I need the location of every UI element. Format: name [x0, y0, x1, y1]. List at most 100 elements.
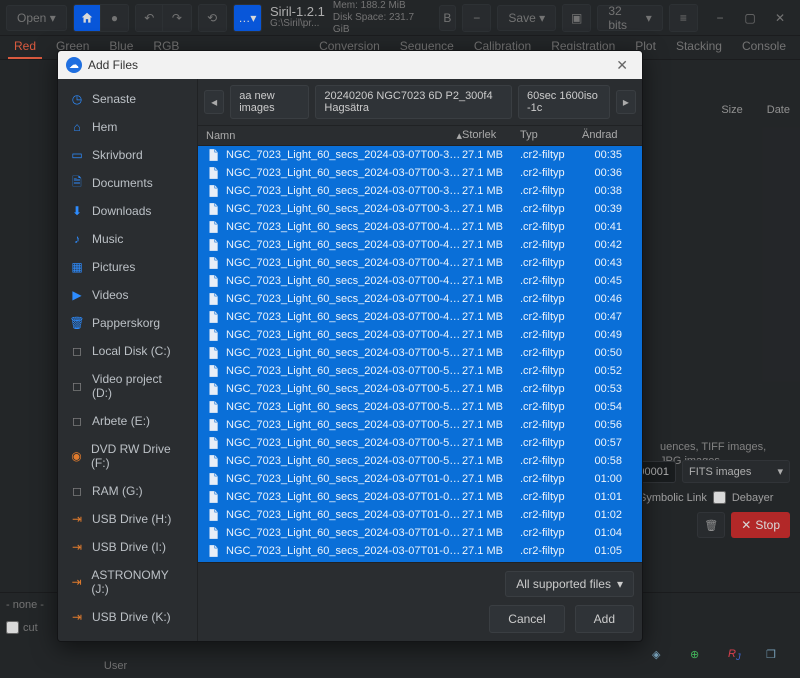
nav-back-button[interactable]: ◂ [204, 90, 224, 114]
file-row[interactable]: NGC_7023_Light_60_secs_2024-03-07T00-45-… [198, 272, 642, 290]
down-icon: ⬇ [70, 204, 84, 218]
file-list-header: Namn▴ Storlek Typ Ändrad [198, 126, 642, 146]
file-size: 27.1 MB [462, 239, 520, 251]
file-row[interactable]: NGC_7023_Light_60_secs_2024-03-07T01-01-… [198, 488, 642, 506]
file-row[interactable]: NGC_7023_Light_60_secs_2024-03-07T01-04-… [198, 524, 642, 542]
file-row[interactable]: NGC_7023_Light_60_secs_2024-03-07T00-41-… [198, 218, 642, 236]
file-name: NGC_7023_Light_60_secs_2024-03-07T01-04-… [226, 527, 462, 539]
file-name: NGC_7023_Light_60_secs_2024-03-07T00-43-… [226, 257, 462, 269]
file-modified: 01:02 [582, 509, 634, 521]
file-row[interactable]: NGC_7023_Light_60_secs_2024-03-07T01-00-… [198, 470, 642, 488]
file-modified: 00:38 [582, 185, 634, 197]
crumb-0[interactable]: aa new images [230, 85, 309, 119]
crumb-1[interactable]: 20240206 NGC7023 6D P2_300f4 Hagsätra [315, 85, 512, 119]
file-row[interactable]: NGC_7023_Light_60_secs_2024-03-07T00-47-… [198, 308, 642, 326]
file-modified: 00:54 [582, 401, 634, 413]
sidebar-item-usb-drive-k-[interactable]: ⇥USB Drive (K:) [58, 603, 197, 631]
sidebar-item-skrivbord[interactable]: ▭Skrivbord [58, 141, 197, 169]
file-row[interactable]: NGC_7023_Light_60_secs_2024-03-07T00-54-… [198, 398, 642, 416]
file-size: 27.1 MB [462, 167, 520, 179]
sidebar-item-videos[interactable]: ▶Videos [58, 281, 197, 309]
sidebar-item-hem[interactable]: ⌂Hem [58, 113, 197, 141]
places-sidebar: ◷Senaste⌂Hem▭Skrivbord🗎Documents ⬇ Downloa… [58, 79, 198, 641]
file-modified: 00:50 [582, 347, 634, 359]
sidebar-item-local-disk-c-[interactable]: ◻ Local Disk (C:) [58, 337, 197, 365]
file-row[interactable]: NGC_7023_Light_60_secs_2024-03-07T00-50-… [198, 344, 642, 362]
file-size: 27.1 MB [462, 275, 520, 287]
file-size: 27.1 MB [462, 347, 520, 359]
file-row[interactable]: NGC_7023_Light_60_secs_2024-03-07T00-51-… [198, 362, 642, 380]
sidebar-item-video-project-d-[interactable]: ◻Video project (D:) [58, 365, 197, 407]
sidebar-item-label: Senaste [92, 92, 136, 106]
file-row[interactable]: NGC_7023_Light_60_secs_2024-03-07T00-46-… [198, 290, 642, 308]
sidebar-item-astronomy-j-[interactable]: ⇥ASTRONOMY (J:) [58, 561, 197, 603]
col-type[interactable]: Typ [520, 129, 582, 142]
sidebar-item-label: Downloads [92, 204, 151, 218]
sidebar-item-arbete-e-[interactable]: ◻Arbete (E:) [58, 407, 197, 435]
file-type: .cr2-filtyp [520, 365, 582, 377]
file-size: 27.1 MB [462, 527, 520, 539]
file-type: .cr2-filtyp [520, 185, 582, 197]
file-row[interactable]: NGC_7023_Light_60_secs_2024-03-07T01-05-… [198, 542, 642, 560]
file-size: 27.1 MB [462, 311, 520, 323]
file-modified: 00:53 [582, 383, 634, 395]
file-modified: 01:05 [582, 545, 634, 557]
file-row[interactable]: NGC_7023_Light_60_secs_2024-03-07T00-56-… [198, 416, 642, 434]
file-row[interactable]: NGC_7023_Light_60_secs_2024-03-07T00-43-… [198, 254, 642, 272]
file-name: NGC_7023_Light_60_secs_2024-03-07T00-47-… [226, 311, 462, 323]
disk-icon: ◻ [70, 344, 84, 358]
usb-icon: ⇥ [70, 540, 84, 554]
sidebar-item-documents[interactable]: 🗎Documents [58, 169, 197, 197]
usb-icon: ⇥ [70, 512, 84, 526]
disk-icon: ◻ [70, 379, 84, 393]
file-name: NGC_7023_Light_60_secs_2024-03-07T00-45-… [226, 275, 462, 287]
col-name[interactable]: Namn▴ [206, 129, 462, 142]
file-name: NGC_7023_Light_60_secs_2024-03-07T01-02-… [226, 509, 462, 521]
sidebar-item-pictures[interactable]: ▦Pictures [58, 253, 197, 281]
file-row[interactable]: NGC_7023_Light_60_secs_2024-03-07T00-39-… [198, 200, 642, 218]
sidebar-item-papperskorg[interactable]: 🗑Papperskorg [58, 309, 197, 337]
sidebar-item-label: Arbete (E:) [92, 414, 150, 428]
dialog-close-button[interactable]: ✕ [610, 55, 634, 76]
file-size: 27.1 MB [462, 401, 520, 413]
file-type: .cr2-filtyp [520, 383, 582, 395]
file-row[interactable]: NGC_7023_Light_60_secs_2024-03-07T00-35-… [198, 146, 642, 164]
file-type: .cr2-filtyp [520, 437, 582, 449]
pic-icon: ▦ [70, 260, 84, 274]
file-name: NGC_7023_Light_60_secs_2024-03-07T00-56-… [226, 419, 462, 431]
sidebar-item-usb-drive-h-[interactable]: ⇥ USB Drive (H:) [58, 505, 197, 533]
nav-forward-button[interactable]: ▸ [616, 90, 636, 114]
file-size: 27.1 MB [462, 383, 520, 395]
file-filter-select[interactable]: All supported files▾ [505, 571, 634, 597]
file-type: .cr2-filtyp [520, 275, 582, 287]
crumb-2[interactable]: 60sec 1600iso -1c [518, 85, 610, 119]
file-row[interactable]: NGC_7023_Light_60_secs_2024-03-07T00-49-… [198, 326, 642, 344]
cancel-button[interactable]: Cancel [489, 605, 564, 633]
file-type: .cr2-filtyp [520, 167, 582, 179]
file-name: NGC_7023_Light_60_secs_2024-03-07T00-42-… [226, 239, 462, 251]
sidebar-item-label: USB Drive (H:) [92, 512, 171, 526]
sidebar-item-usb-drive-i-[interactable]: ⇥USB Drive (I:) [58, 533, 197, 561]
sidebar-item-ram-g-[interactable]: ◻RAM (G:) [58, 477, 197, 505]
file-modified: 01:04 [582, 527, 634, 539]
file-row[interactable]: NGC_7023_Light_60_secs_2024-03-07T00-36-… [198, 164, 642, 182]
col-mod[interactable]: Ändrad [582, 129, 634, 142]
sidebar-item-dvd-rw-drive-f-[interactable]: ◉DVD RW Drive (F:) [58, 435, 197, 477]
add-button[interactable]: Add [575, 605, 634, 633]
col-size[interactable]: Storlek [462, 129, 520, 142]
file-name: NGC_7023_Light_60_secs_2024-03-07T00-54-… [226, 401, 462, 413]
sidebar-item-music[interactable]: ♪Music [58, 225, 197, 253]
file-row[interactable]: NGC_7023_Light_60_secs_2024-03-07T00-53-… [198, 380, 642, 398]
file-name: NGC_7023_Light_60_secs_2024-03-07T00-39-… [226, 203, 462, 215]
file-type: .cr2-filtyp [520, 527, 582, 539]
file-row[interactable]: NGC_7023_Light_60_secs_2024-03-07T00-42-… [198, 236, 642, 254]
file-list[interactable]: NGC_7023_Light_60_secs_2024-03-07T00-35-… [198, 146, 642, 562]
sidebar-item-downloads[interactable]: ⬇ Downloads [58, 197, 197, 225]
file-row[interactable]: NGC_7023_Light_60_secs_2024-03-07T00-57-… [198, 434, 642, 452]
file-row[interactable]: NGC_7023_Light_60_secs_2024-03-07T01-02-… [198, 506, 642, 524]
sidebar-item-senaste[interactable]: ◷Senaste [58, 85, 197, 113]
sidebar-item-label: Local Disk (C:) [92, 344, 171, 358]
file-row[interactable]: NGC_7023_Light_60_secs_2024-03-07T00-38-… [198, 182, 642, 200]
file-modified: 00:41 [582, 221, 634, 233]
file-row[interactable]: NGC_7023_Light_60_secs_2024-03-07T00-58-… [198, 452, 642, 470]
